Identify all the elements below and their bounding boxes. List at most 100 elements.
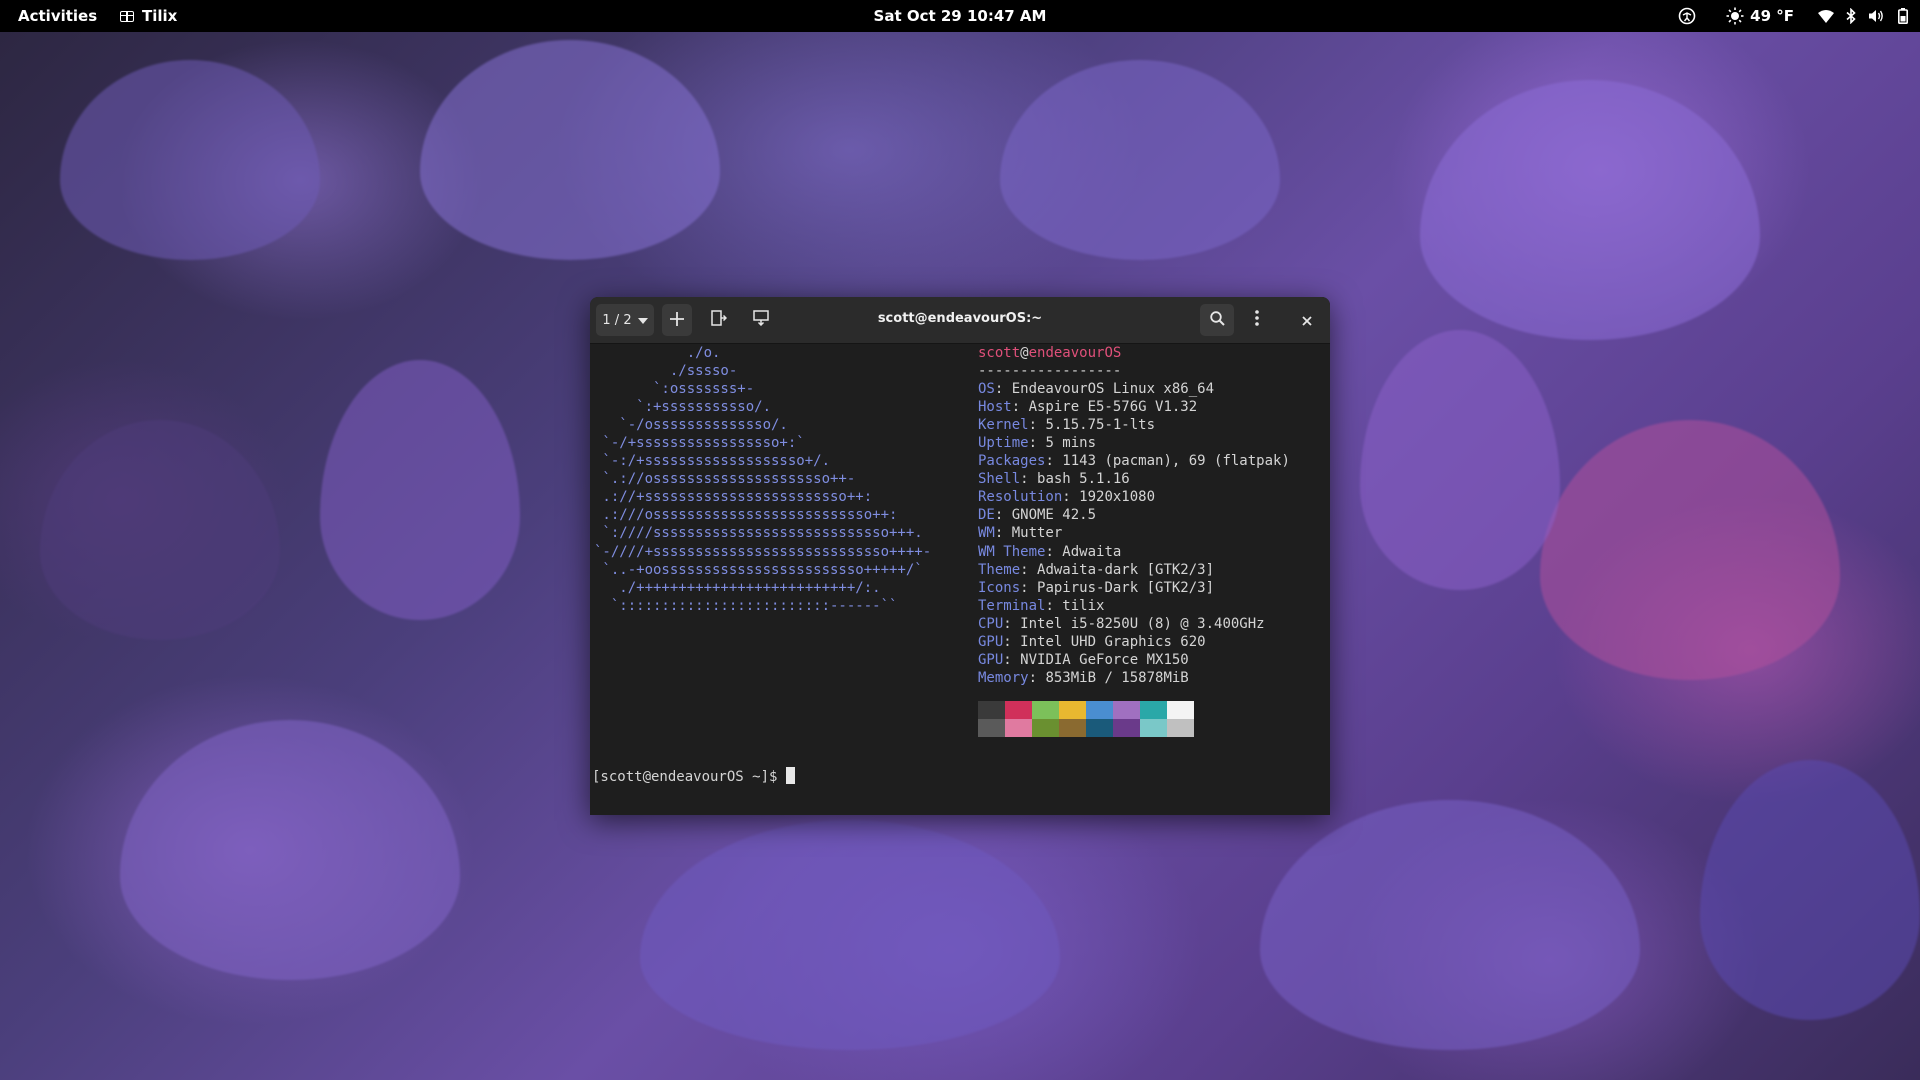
logo-line: ./++++++++++++++++++++++++++/:. — [594, 579, 881, 596]
info-value: 1143 (pacman), 69 (flatpak) — [1062, 453, 1290, 470]
color-swatch — [978, 719, 1005, 737]
logo-line: `:////ssssssssssssssssssssssssssso+++. — [594, 525, 923, 542]
info-value: 853MiB / 15878MiB — [1045, 669, 1189, 686]
info-row: WM: Mutter — [978, 524, 1290, 542]
find-button[interactable] — [1200, 304, 1234, 336]
at-sign: @ — [1020, 345, 1029, 361]
info-row: Icons: Papirus-Dark [GTK2/3] — [978, 579, 1290, 597]
close-window-button[interactable] — [1292, 304, 1322, 336]
clock-button[interactable]: Sat Oct 29 10:47 AM — [874, 7, 1047, 25]
info-key: Memory — [978, 669, 1029, 686]
info-colon: : — [1045, 597, 1063, 614]
info-value: tilix — [1062, 597, 1105, 614]
info-row: Shell: bash 5.1.16 — [978, 470, 1290, 488]
separator-line: ----------------- — [978, 363, 1122, 380]
logo-line: `-/ossssssssssssso/. — [594, 417, 788, 434]
color-swatch — [978, 701, 1005, 719]
info-value: bash 5.1.16 — [1037, 471, 1130, 488]
info-row: Uptime: 5 mins — [978, 434, 1290, 452]
info-key: Resolution — [978, 489, 1063, 506]
info-row: WM Theme: Adwaita — [978, 543, 1290, 561]
terminal-headerbar: 1 / 2 scott@endeavourOS:~ — [590, 297, 1330, 344]
info-colon: : — [1028, 417, 1046, 434]
info-value: Mutter — [1011, 525, 1063, 542]
logo-line: `-:/+sssssssssssssssssso+/. — [594, 453, 831, 470]
info-value: 5 mins — [1045, 435, 1097, 452]
text-cursor — [785, 767, 795, 784]
info-key: CPU — [978, 615, 1004, 632]
info-colon: : — [1045, 453, 1063, 470]
info-colon: : — [1011, 399, 1029, 416]
logo-line: `.://osssssssssssssssssssso++- — [594, 471, 856, 488]
info-key: Uptime — [978, 435, 1029, 452]
battery-icon — [1898, 5, 1908, 27]
color-swatch — [1113, 719, 1140, 737]
info-colon: : — [1045, 543, 1063, 560]
info-row: GPU: NVIDIA GeForce MX150 — [978, 651, 1290, 669]
info-row: Memory: 853MiB / 15878MiB — [978, 669, 1290, 687]
logo-line: ./o. — [594, 345, 721, 361]
info-key: Packages — [978, 453, 1046, 470]
prompt-text: [scott@endeavourOS ~]$ — [592, 769, 786, 785]
hostname: endeavourOS — [1028, 345, 1122, 361]
info-colon: : — [1020, 471, 1038, 488]
info-value: EndeavourOS Linux x86_64 — [1011, 381, 1215, 398]
info-key: GPU — [978, 651, 1004, 668]
logo-line: `-////+ssssssssssssssssssssssssssso++++- — [594, 543, 932, 560]
color-swatch — [1032, 719, 1059, 737]
logo-line: `..-+oossssssssssssssssssssssso+++++/` — [594, 561, 923, 578]
weather-temperature: 49 °F — [1750, 7, 1794, 25]
logo-line: `-/+sssssssssssssssso+:` — [594, 435, 805, 452]
info-value: Papirus-Dark [GTK2/3] — [1037, 579, 1215, 596]
info-row: Packages: 1143 (pacman), 69 (flatpak) — [978, 452, 1290, 470]
color-swatch — [1086, 701, 1113, 719]
info-colon: : — [1020, 579, 1038, 596]
color-swatch — [1140, 701, 1167, 719]
info-key: WM Theme — [978, 543, 1046, 560]
info-key: Shell — [978, 471, 1021, 488]
color-swatch — [1032, 701, 1059, 719]
terminal-output[interactable]: ./o. ./sssso- `:osssssss+- `:+ssssssssss… — [590, 344, 1330, 815]
info-row: Terminal: tilix — [978, 597, 1290, 615]
logo-line: ./sssso- — [594, 363, 738, 380]
color-swatch — [1086, 719, 1113, 737]
info-key: Theme — [978, 561, 1021, 578]
info-value: 1920x1080 — [1079, 489, 1156, 506]
info-row: Theme: Adwaita-dark [GTK2/3] — [978, 561, 1290, 579]
info-key: DE — [978, 507, 995, 524]
info-value: NVIDIA GeForce MX150 — [1020, 651, 1189, 668]
info-colon: : — [1003, 633, 1021, 650]
logo-line: `:+sssssssssso/. — [594, 399, 772, 416]
volume-icon — [1868, 5, 1884, 27]
info-row: Resolution: 1920x1080 — [978, 488, 1290, 506]
logo-line: `:osssssss+- — [594, 381, 755, 398]
color-swatch — [1140, 719, 1167, 737]
terminal-menu-button[interactable] — [1242, 304, 1272, 336]
info-value: Intel i5-8250U (8) @ 3.400GHz — [1020, 615, 1265, 632]
clock-area: Sat Oct 29 10:47 AM — [0, 7, 1920, 25]
shell-prompt[interactable]: [scott@endeavourOS ~]$ — [592, 767, 795, 786]
user-host-line: scott@endeavourOS — [978, 344, 1290, 362]
info-colon: : — [1062, 489, 1080, 506]
bluetooth-icon — [1846, 5, 1856, 27]
info-colon: : — [994, 381, 1012, 398]
username: scott — [978, 345, 1021, 361]
accessibility-icon[interactable] — [1678, 5, 1696, 27]
top-bar: Activities Tilix Sat Oct 29 10:47 AM 49 … — [0, 0, 1920, 32]
weather-sun-icon — [1726, 5, 1744, 27]
info-value: 5.15.75-1-lts — [1045, 417, 1156, 434]
system-tray[interactable]: 49 °F — [1678, 5, 1908, 27]
info-colon: : — [1003, 615, 1021, 632]
color-swatch — [1059, 719, 1086, 737]
info-value: Aspire E5-576G V1.32 — [1028, 399, 1198, 416]
info-colon: : — [994, 507, 1012, 524]
info-value: GNOME 42.5 — [1011, 507, 1097, 524]
color-palette — [978, 701, 1194, 737]
info-row: GPU: Intel UHD Graphics 620 — [978, 633, 1290, 651]
weather-indicator[interactable]: 49 °F — [1726, 5, 1794, 27]
color-swatch — [1167, 719, 1194, 737]
info-colon: : — [1028, 435, 1046, 452]
close-icon — [1302, 311, 1312, 330]
neofetch-ascii-logo: ./o. ./sssso- `:osssssss+- `:+ssssssssss… — [594, 344, 931, 615]
terminal-window: 1 / 2 scott@endeavourOS:~ ./o. ./sssso- … — [590, 297, 1330, 815]
